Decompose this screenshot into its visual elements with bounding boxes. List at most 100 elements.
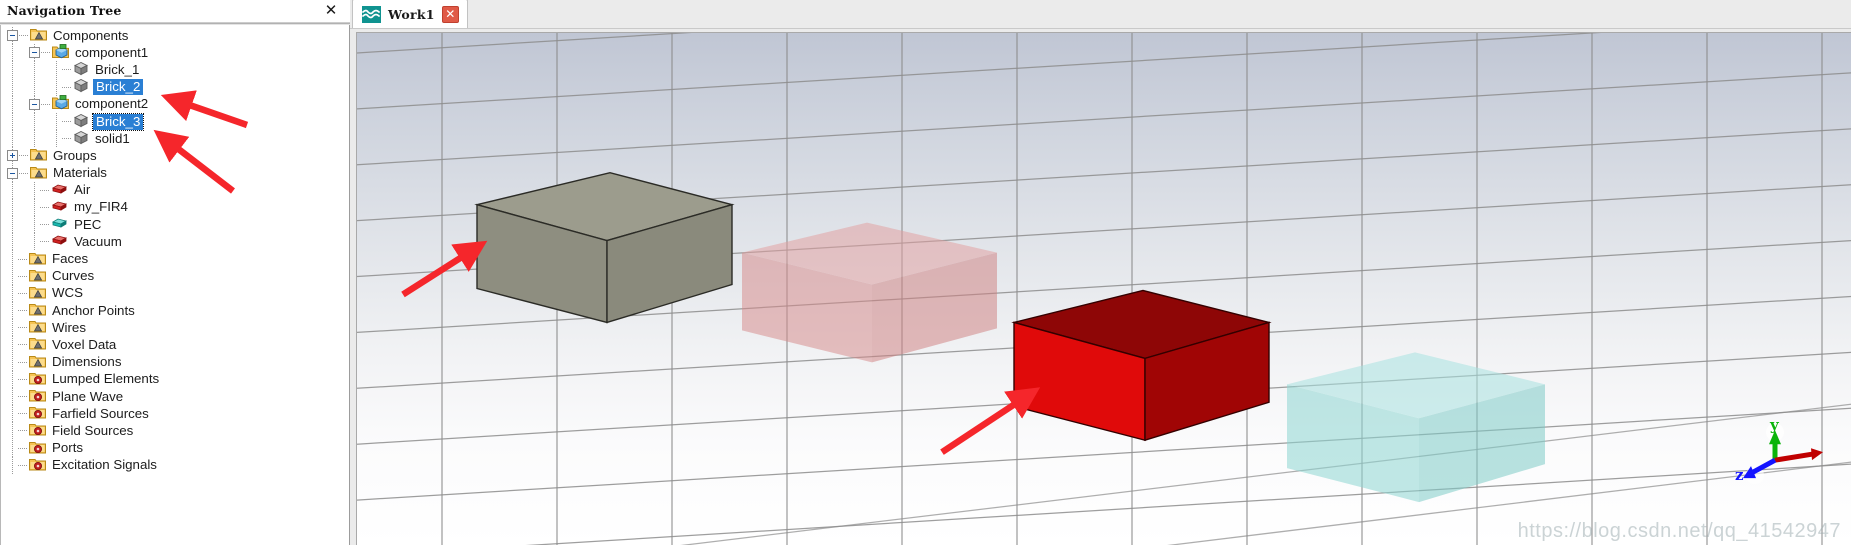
close-icon[interactable]: ✕ xyxy=(322,1,340,19)
view-dock: Work1 ✕ y z https://blog.csdn.net/qq_415… xyxy=(350,0,1851,545)
tree-connector xyxy=(18,310,28,312)
tree-item-solid1[interactable]: solid1 xyxy=(1,130,349,148)
tree-item-label: Excitation Signals xyxy=(52,457,157,473)
tree-guide-line xyxy=(34,112,35,131)
tree-item-label: Plane Wave xyxy=(52,388,124,404)
object-brick-3[interactable] xyxy=(1011,289,1272,442)
tree-guide-line xyxy=(56,61,57,79)
folder-gear-icon xyxy=(29,371,46,388)
folder-gear-icon xyxy=(29,440,46,457)
tree-connector xyxy=(19,35,29,37)
tree-connector xyxy=(40,189,50,191)
wave-icon xyxy=(362,5,381,23)
folder-model-icon xyxy=(30,165,47,182)
tree-item-label: Farfield Sources xyxy=(52,405,149,421)
object-brick-2[interactable] xyxy=(742,222,997,363)
tree-item-component1[interactable]: component1 xyxy=(1,43,349,62)
tree-item-label: Air xyxy=(74,182,91,198)
tree-guide-line xyxy=(56,78,57,96)
tree-guide-line xyxy=(12,405,13,423)
tree-item-ports[interactable]: Ports xyxy=(1,439,349,457)
tree-guide-line xyxy=(12,370,13,388)
tree-guide-line xyxy=(12,181,13,199)
tree-item-faces[interactable]: Faces xyxy=(1,250,349,268)
tree-item-vacuum[interactable]: Vacuum xyxy=(1,233,349,251)
folder-gear-icon xyxy=(29,457,46,474)
tree-item-label: PEC xyxy=(74,216,102,232)
navigation-tree-list[interactable]: Components component1 Brick_1 Brick_2 compon… xyxy=(0,25,350,545)
axis-label-z: z xyxy=(1735,466,1744,484)
tree-item-materials[interactable]: Materials xyxy=(1,164,349,182)
tab-work1[interactable]: Work1 ✕ xyxy=(352,0,468,28)
tree-item-label: solid1 xyxy=(95,130,130,146)
tree-item-wires[interactable]: Wires xyxy=(1,319,349,337)
folder-model-icon xyxy=(29,336,46,353)
tree-connector xyxy=(19,155,29,157)
tree-item-farfield-sources[interactable]: Farfield Sources xyxy=(1,405,349,423)
collapse-icon[interactable] xyxy=(29,47,40,59)
tree-item-label: my_FIR4 xyxy=(74,199,128,215)
component-icon xyxy=(52,43,69,62)
3d-viewport[interactable]: y z https://blog.csdn.net/qq_41542947 xyxy=(356,32,1851,545)
tree-item-anchor-points[interactable]: Anchor Points xyxy=(1,302,349,320)
tree-connector xyxy=(41,52,51,54)
tree-guide-line xyxy=(34,198,35,217)
tree-item-wcs[interactable]: WCS xyxy=(1,284,349,302)
tree-guide-line xyxy=(34,181,35,199)
tree-item-my-fir4[interactable]: my_FIR4 xyxy=(1,198,349,217)
tree-item-brick-3[interactable]: Brick_3 xyxy=(1,112,349,131)
viewport-container: y z https://blog.csdn.net/qq_41542947 xyxy=(350,29,1851,545)
navigation-tree-panel: Navigation Tree ✕ Components component1 Br… xyxy=(0,0,350,545)
object-solid1[interactable] xyxy=(1287,352,1545,503)
tree-connector xyxy=(18,464,28,466)
tree-guide-line xyxy=(12,198,13,217)
tree-connector xyxy=(62,69,72,71)
expand-icon[interactable] xyxy=(7,150,18,162)
tree-item-curves[interactable]: Curves xyxy=(1,267,349,285)
tree-item-groups[interactable]: Groups xyxy=(1,147,349,165)
tree-item-label: Materials xyxy=(53,165,107,181)
material-red-icon xyxy=(51,234,68,249)
tree-item-label: Brick_3 xyxy=(91,112,145,131)
tree-item-field-sources[interactable]: Field Sources xyxy=(1,422,349,440)
tree-guide-line xyxy=(12,267,13,285)
collapse-icon[interactable] xyxy=(29,98,40,110)
collapse-icon[interactable] xyxy=(7,30,18,42)
tree-item-components[interactable]: Components xyxy=(1,27,349,45)
tree-item-dimensions[interactable]: Dimensions xyxy=(1,353,349,371)
tree-item-label: Field Sources xyxy=(52,422,134,438)
solid-cube-icon xyxy=(73,113,89,131)
tree-guide-line xyxy=(12,112,13,131)
folder-gear-icon xyxy=(29,422,46,439)
collapse-icon[interactable] xyxy=(7,167,18,179)
tree-connector xyxy=(18,292,28,294)
tree-item-label: Faces xyxy=(52,251,89,267)
tree-item-label: WCS xyxy=(52,285,84,301)
tree-item-voxel-data[interactable]: Voxel Data xyxy=(1,336,349,354)
tree-item-label: Voxel Data xyxy=(52,336,117,352)
tree-item-label: Components xyxy=(53,27,129,43)
tree-guide-line xyxy=(12,319,13,337)
tree-item-pec[interactable]: PEC xyxy=(1,216,349,234)
tree-connector xyxy=(18,361,28,363)
tab-strip: Work1 ✕ xyxy=(350,0,1851,29)
tab-close-icon[interactable]: ✕ xyxy=(441,5,459,23)
tree-item-label: Brick_1 xyxy=(95,61,140,77)
tree-item-brick-2[interactable]: Brick_2 xyxy=(1,78,349,96)
tree-connector xyxy=(40,224,50,226)
tree-item-component2[interactable]: component2 xyxy=(1,95,349,113)
tree-item-lumped-elements[interactable]: Lumped Elements xyxy=(1,370,349,388)
tree-connector xyxy=(18,447,28,449)
tree-item-label: Curves xyxy=(52,268,95,284)
tree-item-air[interactable]: Air xyxy=(1,181,349,199)
material-red-icon xyxy=(51,200,68,215)
folder-model-icon xyxy=(30,147,47,164)
object-brick-1[interactable] xyxy=(474,172,735,324)
tree-item-excitation-signals[interactable]: Excitation Signals xyxy=(1,456,349,474)
tree-item-label: Lumped Elements xyxy=(52,371,160,387)
tree-guide-line xyxy=(34,61,35,79)
tree-item-brick-1[interactable]: Brick_1 xyxy=(1,61,349,79)
tree-guide-line xyxy=(12,387,13,406)
tree-item-plane-wave[interactable]: Plane Wave xyxy=(1,387,349,406)
tree-guide-line xyxy=(12,302,13,320)
